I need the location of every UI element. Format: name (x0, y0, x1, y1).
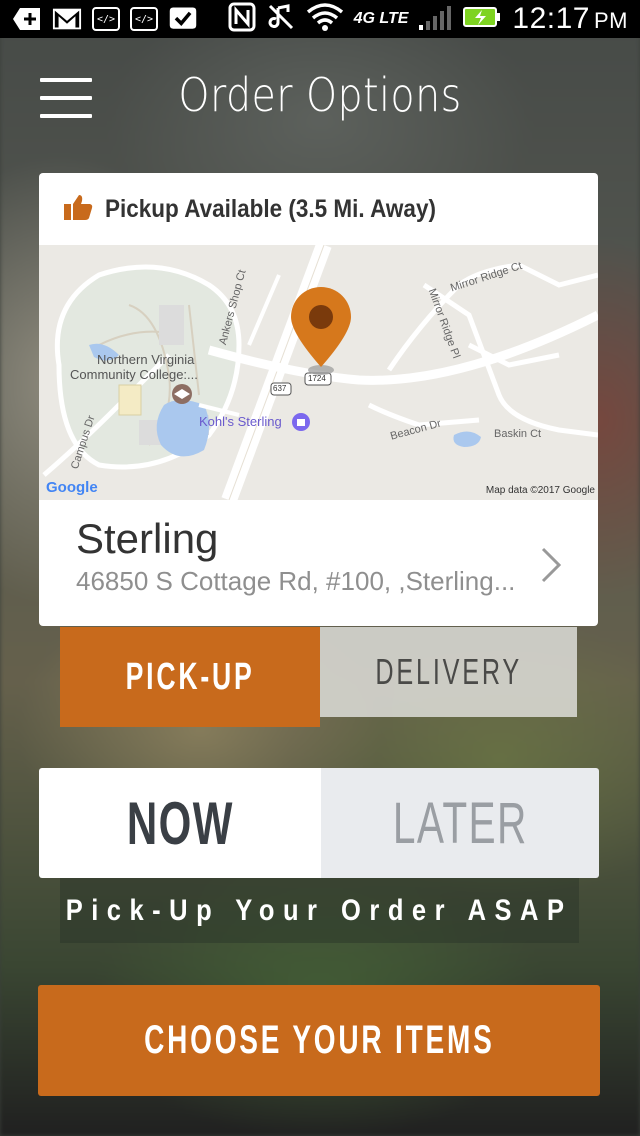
delivery-button[interactable]: DELIVERY (320, 627, 577, 717)
map-label-baskin: Baskin Ct (494, 428, 542, 440)
location-card[interactable]: Pickup Available (3.5 Mi. Away) Northern… (39, 173, 598, 626)
choose-items-label: CHOOSE YOUR ITEMS (143, 1018, 495, 1062)
map-label-route-1724: 1724 (308, 374, 326, 383)
pickup-button[interactable]: PICK-UP (60, 627, 320, 727)
google-logo: Google (46, 479, 98, 496)
asap-text: Pick-Up Your Order ASAP (66, 893, 573, 927)
network-type-icon: 4G LTE (353, 10, 409, 27)
chevron-right-icon[interactable] (538, 545, 564, 585)
order-time-toggle: NOW LATER (39, 768, 599, 878)
wifi-icon (306, 2, 344, 36)
map-attribution: Map data ©2017 Google (485, 485, 595, 496)
add-notification-icon (12, 6, 42, 32)
mute-icon (266, 2, 296, 36)
pickup-label: PICK-UP (125, 655, 255, 698)
store-name: Sterling (76, 515, 219, 562)
later-button[interactable]: LATER (321, 768, 599, 878)
thumbs-up-icon (63, 193, 93, 225)
signal-icon (418, 3, 452, 35)
choose-items-button[interactable]: CHOOSE YOUR ITEMS (38, 985, 600, 1096)
nfc-icon (228, 2, 256, 36)
map-label-kohls: Kohl's Sterling (199, 414, 282, 429)
gmail-icon (52, 6, 82, 32)
status-bar: </> </> 4G LTE 12:17 PM (0, 0, 640, 38)
map-label-college-1: Northern Virginia (97, 352, 195, 367)
availability-row: Pickup Available (3.5 Mi. Away) (63, 193, 473, 225)
code-notification-icon-2: </> (130, 7, 158, 31)
battery-icon (462, 5, 502, 33)
later-label: LATER (392, 790, 528, 856)
store-map[interactable]: Northern Virginia Community College:... … (39, 245, 598, 500)
pickup-timing-message: Pick-Up Your Order ASAP (60, 878, 579, 943)
store-address: 46850 S Cottage Rd, #100, ,Sterling... (76, 566, 516, 596)
check-notification-icon (168, 6, 198, 32)
map-label-route-637: 637 (273, 384, 287, 393)
delivery-label: DELIVERY (375, 651, 522, 692)
availability-text: Pickup Available (3.5 Mi. Away) (105, 194, 436, 223)
now-label: NOW (126, 789, 234, 857)
now-button[interactable]: NOW (39, 768, 321, 878)
map-label-college-2: Community College:... (70, 367, 198, 382)
clock: 12:17 PM (512, 2, 628, 35)
page-title: Order Options (178, 68, 462, 122)
code-notification-icon: </> (92, 7, 120, 31)
